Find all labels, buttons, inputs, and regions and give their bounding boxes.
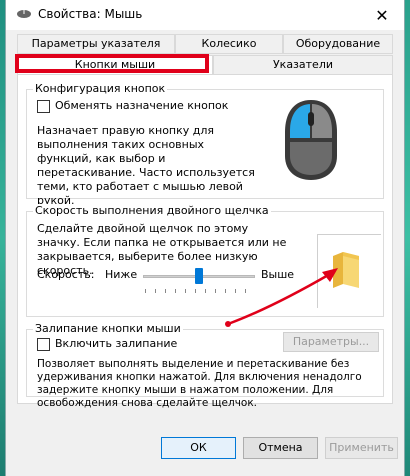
annotation-arrow-icon: [225, 268, 338, 327]
